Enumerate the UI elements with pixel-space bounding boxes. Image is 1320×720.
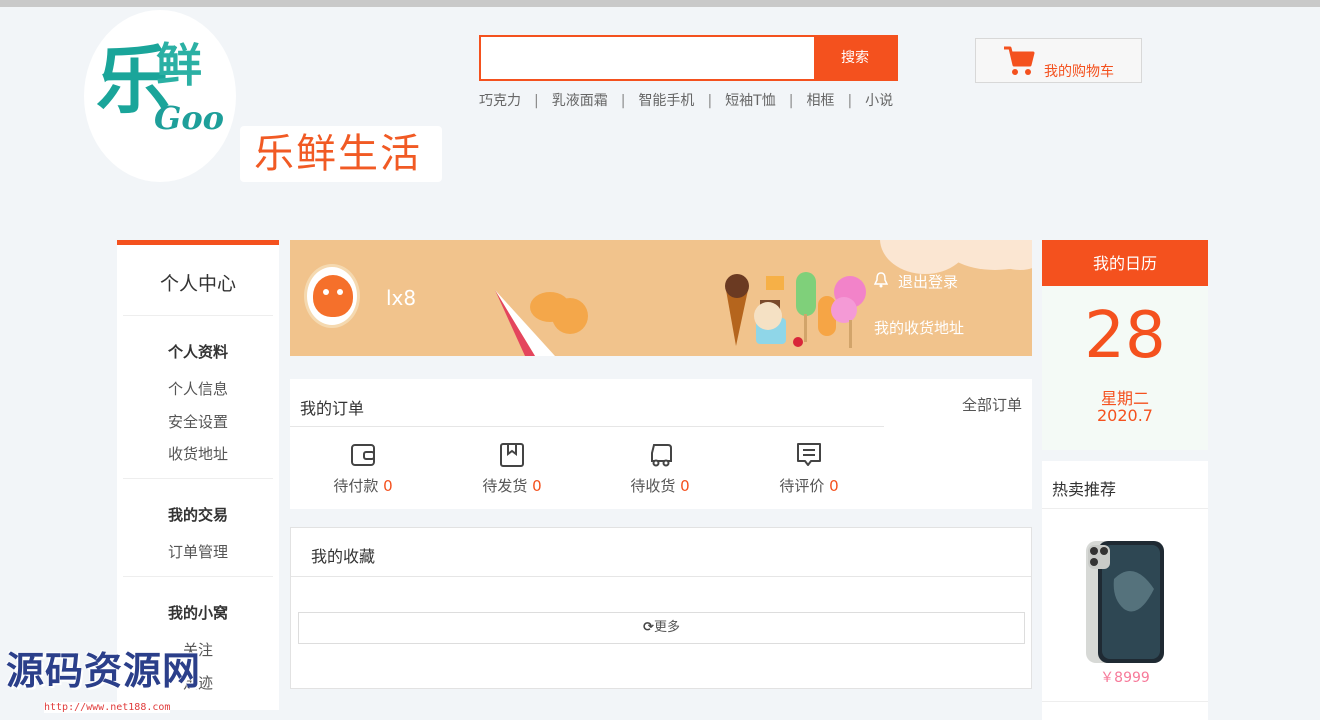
more-button[interactable]: ⟳更多: [298, 612, 1025, 644]
username: lx8: [386, 286, 417, 310]
cloud-decoration: [552, 298, 588, 334]
status-text: 待评价: [779, 477, 825, 495]
brand-name: 乐鲜生活: [254, 131, 422, 177]
wallet-icon: [351, 444, 375, 466]
status-text: 待收货: [630, 477, 676, 495]
hot-search-words: 巧克力 | 乳液面霜 | 智能手机 | 短袖T恤 | 相框 | 小说: [479, 93, 894, 109]
sidebar-heading-trade: 我的交易: [167, 506, 228, 524]
refresh-icon: ⟳: [643, 620, 654, 635]
search-box: 搜索: [479, 35, 898, 81]
order-status-pending-receipt[interactable]: 待收货 0: [610, 441, 710, 496]
divider: [291, 576, 1031, 577]
status-count: 0: [680, 477, 690, 495]
my-orders-panel: 我的订单 全部订单 待付款 0 待发货 0 待收货 0 待评价 0: [290, 379, 1032, 509]
divider: [123, 576, 273, 577]
sidebar: 个人中心 个人资料 个人信息 安全设置 收货地址 我的交易 订单管理 我的小窝 …: [117, 240, 279, 710]
brand-name-box: 乐鲜生活: [240, 126, 442, 182]
avatar[interactable]: [304, 264, 360, 328]
calendar-date: 2020.7: [1097, 406, 1153, 425]
avatar-eye: [337, 289, 343, 295]
box-icon: [500, 443, 524, 467]
status-text: 待付款: [333, 477, 379, 495]
hotword-link[interactable]: 小说: [865, 93, 893, 109]
sidebar-heading-profile: 个人资料: [167, 343, 228, 361]
watermark-url: http://www.net188.com: [44, 702, 171, 713]
hotword-link[interactable]: 短袖T恤: [725, 93, 776, 109]
hotword-link[interactable]: 相框: [806, 93, 834, 109]
ice-cream-illustration: [725, 272, 866, 348]
divider: [123, 315, 273, 316]
hot-title: 热卖推荐: [1052, 480, 1117, 499]
search-input[interactable]: [484, 40, 814, 76]
avatar-eye: [323, 289, 329, 295]
cart-label: 我的购物车: [1044, 64, 1114, 80]
avatar-image: [313, 275, 353, 317]
status-count: 0: [383, 477, 393, 495]
status-count: 0: [532, 477, 542, 495]
bell-icon: [874, 272, 888, 288]
order-status-pending-review[interactable]: 待评价 0: [759, 441, 859, 496]
status-label: 待收货 0: [610, 475, 710, 496]
search-button[interactable]: 搜索: [814, 37, 896, 79]
calendar-day: 28: [1084, 299, 1166, 373]
divider: [123, 478, 273, 479]
product-price: ￥8999: [1100, 670, 1150, 686]
hot-recommend-panel: 热卖推荐 ￥8999: [1042, 461, 1208, 720]
phone-image[interactable]: [1084, 539, 1166, 665]
calendar-panel: 我的日历 28 星期二 2020.7: [1042, 240, 1208, 450]
profile-banner: lx8 退出登录 我的收货地址: [290, 240, 1032, 356]
divider: [1042, 701, 1208, 702]
logo-xian-glyph: 鲜: [156, 38, 202, 92]
watermark-text: 源码资源网: [6, 648, 202, 693]
status-text: 待发货: [482, 477, 528, 495]
status-label: 待评价 0: [759, 475, 859, 496]
orders-title: 我的订单: [300, 399, 365, 418]
more-label: 更多: [653, 620, 680, 635]
sidebar-heading-home: 我的小窝: [167, 604, 228, 622]
cart-button[interactable]: 我的购物车: [975, 38, 1142, 83]
top-bar: [0, 0, 1320, 7]
order-status-pending-shipment[interactable]: 待发货 0: [462, 441, 562, 496]
my-address-link[interactable]: 我的收货地址: [874, 317, 964, 338]
hotword-link[interactable]: 智能手机: [638, 93, 694, 109]
sidebar-title: 个人中心: [159, 273, 236, 295]
status-count: 0: [829, 477, 839, 495]
truck-icon: [651, 444, 672, 467]
all-orders-link[interactable]: 全部订单: [962, 394, 1022, 415]
sidebar-item-personal-info[interactable]: 个人信息: [117, 378, 279, 399]
calendar-title: 我的日历: [1042, 240, 1208, 286]
logo-goo-text: Goo: [154, 99, 225, 137]
status-label: 待发货 0: [462, 475, 562, 496]
order-status-pending-payment[interactable]: 待付款 0: [313, 441, 413, 496]
divider: [1042, 508, 1208, 509]
hotword-link[interactable]: 巧克力: [479, 93, 521, 109]
my-favorites-panel: 我的收藏 ⟳更多: [290, 527, 1032, 689]
comment-icon: [797, 443, 821, 466]
divider: [290, 426, 884, 427]
hotword-link[interactable]: 乳液面霜: [552, 93, 608, 109]
status-label: 待付款 0: [313, 475, 413, 496]
logout-link[interactable]: 退出登录: [898, 271, 958, 292]
sidebar-item-address[interactable]: 收货地址: [117, 443, 279, 464]
sidebar-item-security[interactable]: 安全设置: [117, 411, 279, 432]
sidebar-item-orders[interactable]: 订单管理: [117, 541, 279, 562]
shopping-cart-icon: [1004, 46, 1035, 75]
favorites-title: 我的收藏: [311, 547, 376, 566]
